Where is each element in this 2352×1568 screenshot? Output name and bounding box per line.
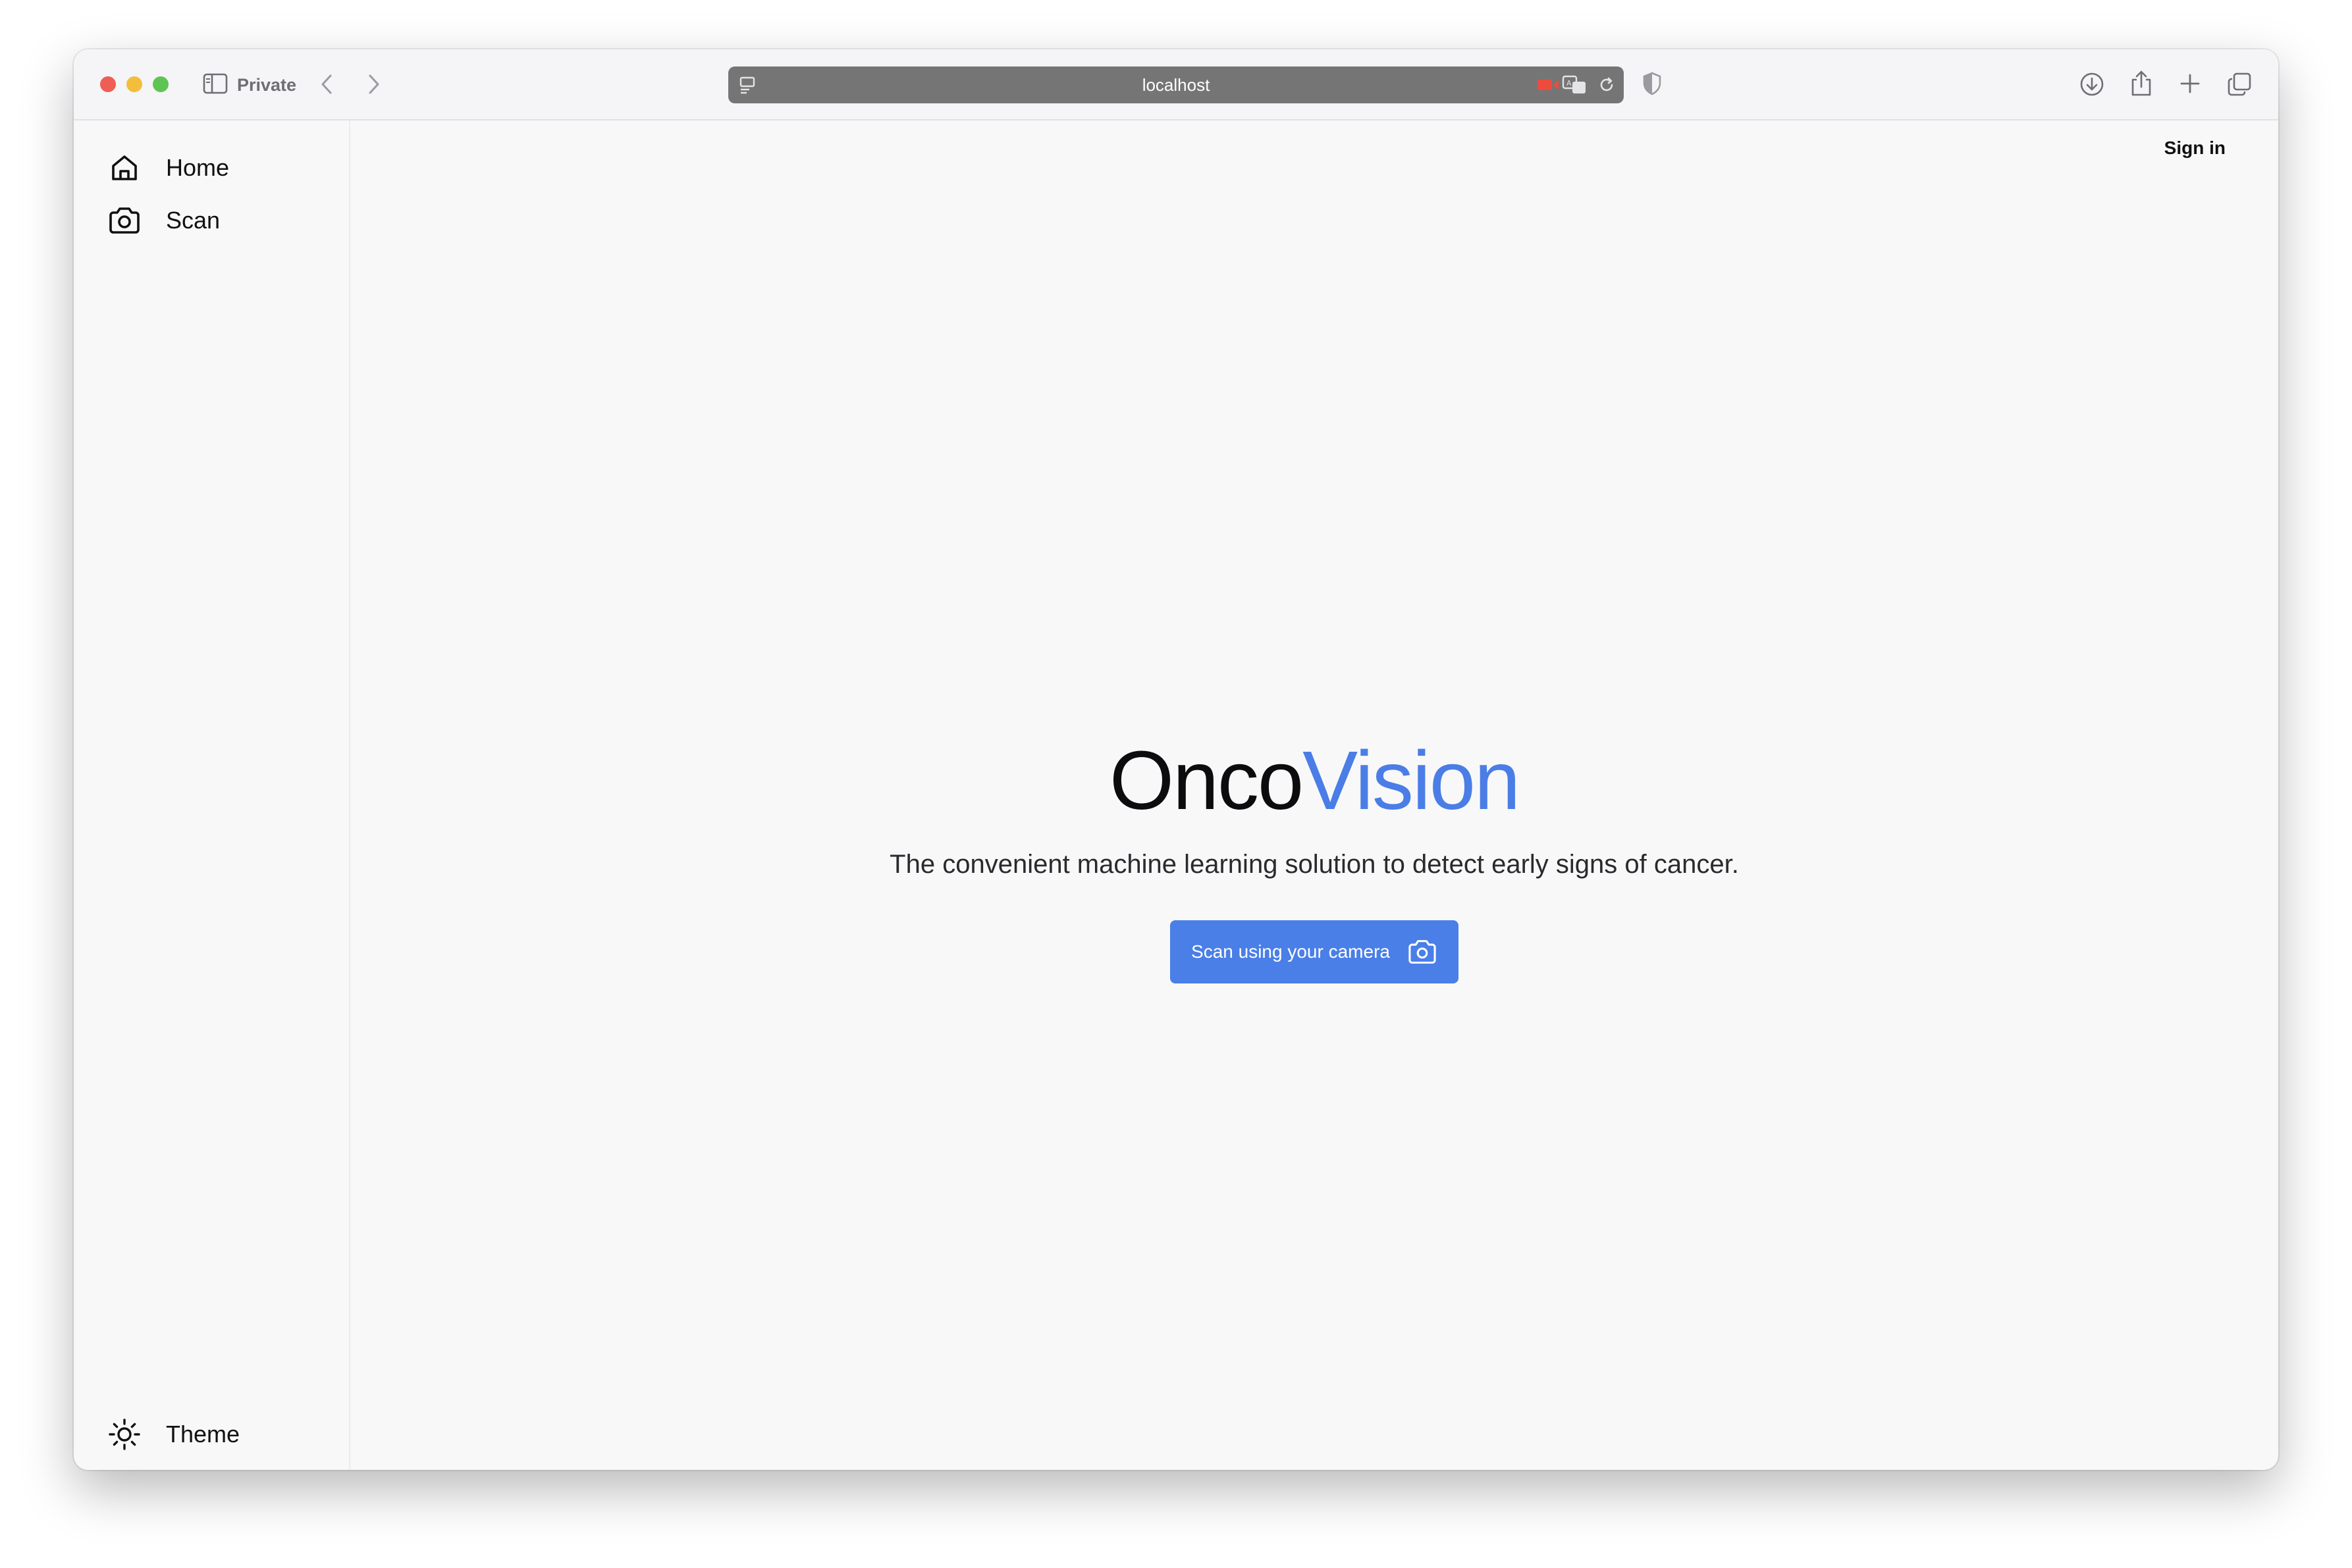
camera-in-use-icon[interactable]: [1537, 77, 1559, 93]
theme-toggle[interactable]: Theme: [108, 1415, 240, 1454]
new-tab-icon[interactable]: [2179, 73, 2201, 94]
scan-camera-button[interactable]: Scan using your camera: [1170, 920, 1458, 983]
sidebar-item-label: Scan: [166, 207, 221, 234]
private-mode-label: Private: [237, 75, 297, 95]
downloads-icon[interactable]: [2079, 72, 2104, 97]
back-icon[interactable]: [319, 73, 334, 95]
address-bar[interactable]: localhost A: [728, 66, 1624, 103]
svg-text:A: A: [1566, 79, 1572, 88]
scan-camera-button-label: Scan using your camera: [1191, 941, 1390, 962]
browser-toolbar: Private localhost A: [74, 49, 2278, 120]
translate-icon[interactable]: A: [1562, 74, 1588, 95]
camera-icon: [1407, 939, 1437, 965]
main-content: Sign in OncoVision The convenient machin…: [350, 120, 2278, 1470]
sign-in-link[interactable]: Sign in: [2164, 138, 2226, 159]
theme-label: Theme: [166, 1421, 240, 1448]
app-title: OncoVision: [350, 739, 2278, 822]
hero-subtitle: The convenient machine learning solution…: [890, 850, 1739, 879]
privacy-shield-icon[interactable]: [1642, 72, 1662, 95]
forward-icon[interactable]: [366, 73, 382, 95]
close-window-button[interactable]: [100, 76, 116, 92]
sidebar-item-home[interactable]: Home: [108, 148, 229, 188]
sun-icon: [108, 1418, 141, 1451]
sidebar-item-scan[interactable]: Scan: [108, 201, 220, 240]
hero-section: OncoVision The convenient machine learni…: [350, 739, 2278, 983]
home-icon: [108, 151, 141, 184]
url-text: localhost: [1142, 75, 1210, 95]
reload-icon[interactable]: [1597, 76, 1616, 94]
sidebar-item-label: Home: [166, 154, 230, 181]
minimize-window-button[interactable]: [126, 76, 142, 92]
title-vision: Vision: [1302, 734, 1520, 827]
sidebar: Home Scan Theme: [74, 120, 350, 1470]
sidebar-toggle-icon[interactable]: [203, 73, 228, 94]
browser-window: Private localhost A Home Scan Theme Sign…: [74, 49, 2278, 1470]
title-onco: Onco: [1109, 734, 1304, 827]
share-icon[interactable]: [2129, 69, 2153, 97]
zoom-window-button[interactable]: [153, 76, 169, 92]
tab-overview-icon[interactable]: [2227, 72, 2252, 97]
camera-icon: [108, 204, 141, 237]
